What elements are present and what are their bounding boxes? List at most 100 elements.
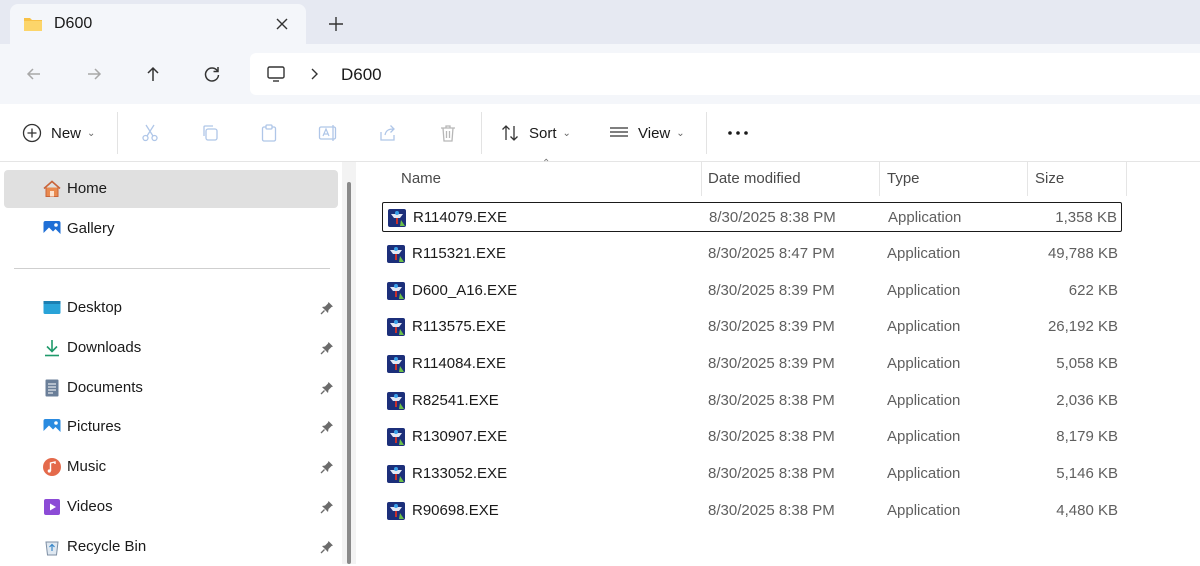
file-name: R114084.EXE — [412, 355, 506, 372]
file-date-modified: 8/30/2025 8:39 PM — [708, 318, 835, 335]
file-row[interactable]: R114084.EXE 8/30/2025 8:39 PM Application 5… — [382, 349, 1122, 379]
paste-button[interactable] — [259, 118, 279, 148]
column-divider[interactable] — [879, 162, 880, 196]
list-view-icon — [610, 127, 628, 137]
view-button[interactable]: View ⌄ — [609, 118, 685, 148]
chevron-right-icon[interactable] — [308, 65, 322, 83]
home-icon — [43, 180, 61, 197]
sidebar-item-gallery[interactable]: Gallery — [4, 210, 338, 248]
toolbar-divider — [481, 112, 482, 154]
column-divider[interactable] — [1027, 162, 1028, 196]
documents-icon — [45, 379, 59, 397]
new-tab-icon[interactable] — [326, 14, 346, 34]
file-size: 1,358 KB — [1055, 209, 1117, 226]
application-exe-icon — [387, 245, 405, 263]
sort-button[interactable]: Sort ⌄ — [500, 118, 571, 148]
breadcrumb-d600[interactable]: D600 — [341, 65, 382, 85]
sidebar-scrollbar[interactable] — [347, 182, 351, 564]
column-header-size[interactable]: Size — [1035, 170, 1064, 187]
pin-icon[interactable] — [320, 341, 334, 355]
file-type: Application — [887, 502, 961, 519]
tab-d600[interactable]: D600 — [10, 4, 306, 44]
file-row[interactable]: R113575.EXE 8/30/2025 8:39 PM Application 2… — [382, 312, 1122, 342]
delete-button[interactable] — [438, 118, 458, 148]
tab-title: D600 — [54, 15, 93, 32]
pin-icon[interactable] — [320, 420, 334, 434]
sidebar-item-desktop[interactable]: Desktop — [4, 289, 338, 327]
file-date-modified: 8/30/2025 8:38 PM — [709, 209, 836, 226]
desktop-icon — [43, 301, 61, 314]
file-row[interactable]: R133052.EXE 8/30/2025 8:38 PM Application 5… — [382, 459, 1122, 489]
file-date-modified: 8/30/2025 8:47 PM — [708, 245, 835, 262]
sidebar-item-documents[interactable]: Documents — [4, 369, 338, 407]
rename-button[interactable] — [318, 118, 340, 148]
column-header-row: ⌃ Name Date modified Type Size — [356, 158, 1200, 196]
back-button[interactable] — [20, 60, 48, 88]
see-more-button[interactable] — [727, 118, 749, 148]
file-row[interactable]: R114079.EXE 8/30/2025 8:38 PM Application 1… — [382, 202, 1122, 232]
sidebar-item-label: Recycle Bin — [67, 538, 147, 555]
file-name: R82541.EXE — [412, 392, 499, 409]
application-exe-icon — [388, 209, 406, 227]
file-date-modified: 8/30/2025 8:39 PM — [708, 282, 835, 299]
file-type: Application — [888, 209, 962, 226]
file-row[interactable]: R115321.EXE 8/30/2025 8:47 PM Application 4… — [382, 239, 1122, 269]
scissors-icon — [142, 124, 158, 142]
sort-ascending-icon: ⌃ — [542, 158, 551, 169]
forward-button[interactable] — [80, 60, 108, 88]
file-date-modified: 8/30/2025 8:38 PM — [708, 428, 835, 445]
application-exe-icon — [387, 282, 405, 300]
sidebar-item-home[interactable]: Home — [4, 170, 338, 208]
pin-icon[interactable] — [320, 500, 334, 514]
file-date-modified: 8/30/2025 8:38 PM — [708, 502, 835, 519]
share-button[interactable] — [378, 118, 398, 148]
sidebar-item-label: Gallery — [67, 220, 115, 237]
pin-icon[interactable] — [320, 381, 334, 395]
close-icon[interactable] — [272, 14, 292, 34]
sidebar-item-music[interactable]: Music — [4, 448, 338, 486]
file-type: Application — [887, 282, 961, 299]
sidebar-item-pictures[interactable]: Pictures — [4, 408, 338, 446]
column-header-name[interactable]: Name — [401, 170, 441, 187]
file-row[interactable]: R130907.EXE 8/30/2025 8:38 PM Application 8… — [382, 422, 1122, 452]
sidebar-item-label: Documents — [67, 379, 143, 396]
application-exe-icon — [387, 502, 405, 520]
file-row[interactable]: D600_A16.EXE 8/30/2025 8:39 PM Application… — [382, 276, 1122, 306]
pin-icon[interactable] — [320, 460, 334, 474]
copy-button[interactable] — [200, 118, 220, 148]
new-button[interactable]: New ⌄ — [22, 118, 95, 148]
refresh-button[interactable] — [198, 60, 226, 88]
chevron-down-icon: ⌄ — [87, 127, 96, 139]
share-icon — [380, 125, 395, 141]
column-header-type[interactable]: Type — [887, 170, 920, 187]
this-pc-icon[interactable] — [266, 64, 286, 84]
cut-button[interactable] — [140, 118, 160, 148]
file-name: R90698.EXE — [412, 502, 499, 519]
rename-icon — [318, 125, 337, 141]
pin-icon[interactable] — [320, 540, 334, 554]
file-name: R113575.EXE — [412, 318, 506, 335]
file-size: 26,192 KB — [1047, 318, 1118, 335]
file-row[interactable]: R82541.EXE 8/30/2025 8:38 PM Application 2,… — [382, 386, 1122, 416]
column-divider[interactable] — [701, 162, 702, 196]
column-divider[interactable] — [1126, 162, 1127, 196]
file-type: Application — [887, 428, 961, 445]
pin-icon[interactable] — [320, 301, 334, 315]
sort-label: Sort — [529, 124, 557, 142]
sidebar-item-recycle-bin[interactable]: Recycle Bin — [4, 528, 338, 566]
sidebar-item-downloads[interactable]: Downloads — [4, 329, 338, 367]
file-date-modified: 8/30/2025 8:39 PM — [708, 355, 835, 372]
sidebar-item-videos[interactable]: Videos — [4, 488, 338, 526]
application-exe-icon — [387, 392, 405, 410]
file-type: Application — [887, 465, 961, 482]
file-row[interactable]: R90698.EXE 8/30/2025 8:38 PM Application 4,… — [382, 496, 1122, 526]
application-exe-icon — [387, 318, 405, 336]
sidebar-item-label: Home — [67, 180, 108, 197]
address-bar[interactable]: D600 — [250, 53, 1200, 95]
back-arrow-icon — [26, 68, 40, 80]
file-name: R130907.EXE — [412, 428, 508, 445]
column-header-date-modified[interactable]: Date modified — [708, 170, 801, 187]
folder-icon — [24, 18, 42, 31]
up-button[interactable] — [139, 60, 167, 88]
trash-icon — [441, 125, 455, 142]
